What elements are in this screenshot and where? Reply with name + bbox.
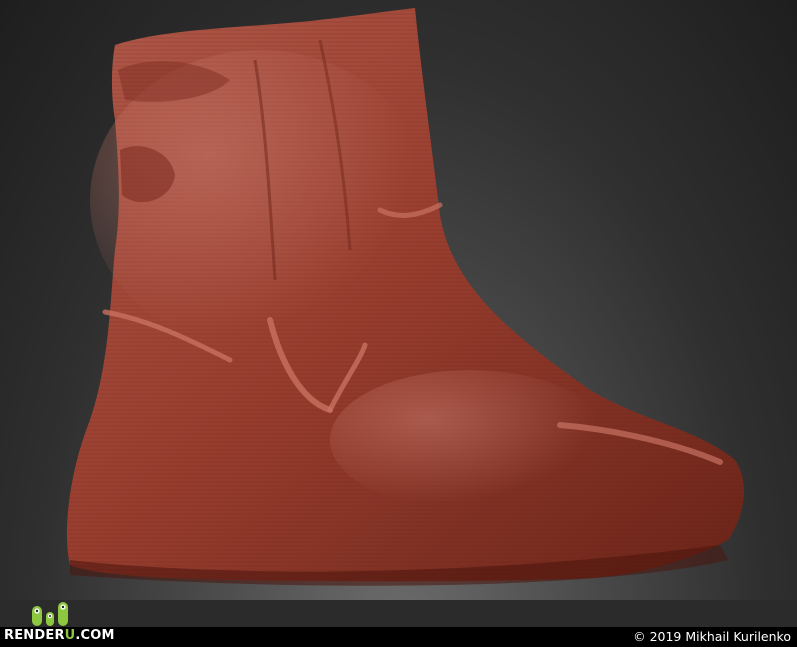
- logo-mascot-icon: [32, 602, 68, 626]
- logo-prefix: RENDER: [4, 628, 65, 643]
- render-viewport: [0, 0, 797, 600]
- footer-bar: RENDERU.COM © 2019 Mikhail Kurilenko: [0, 600, 797, 647]
- logo-wordmark: RENDERU.COM: [4, 626, 115, 646]
- logo-suffix: .COM: [75, 628, 115, 643]
- sculpted-foot-image: [66, 8, 744, 586]
- copyright-text: © 2019 Mikhail Kurilenko: [633, 629, 791, 644]
- renderu-logo[interactable]: RENDERU.COM: [4, 600, 115, 647]
- logo-accent: U: [64, 628, 76, 643]
